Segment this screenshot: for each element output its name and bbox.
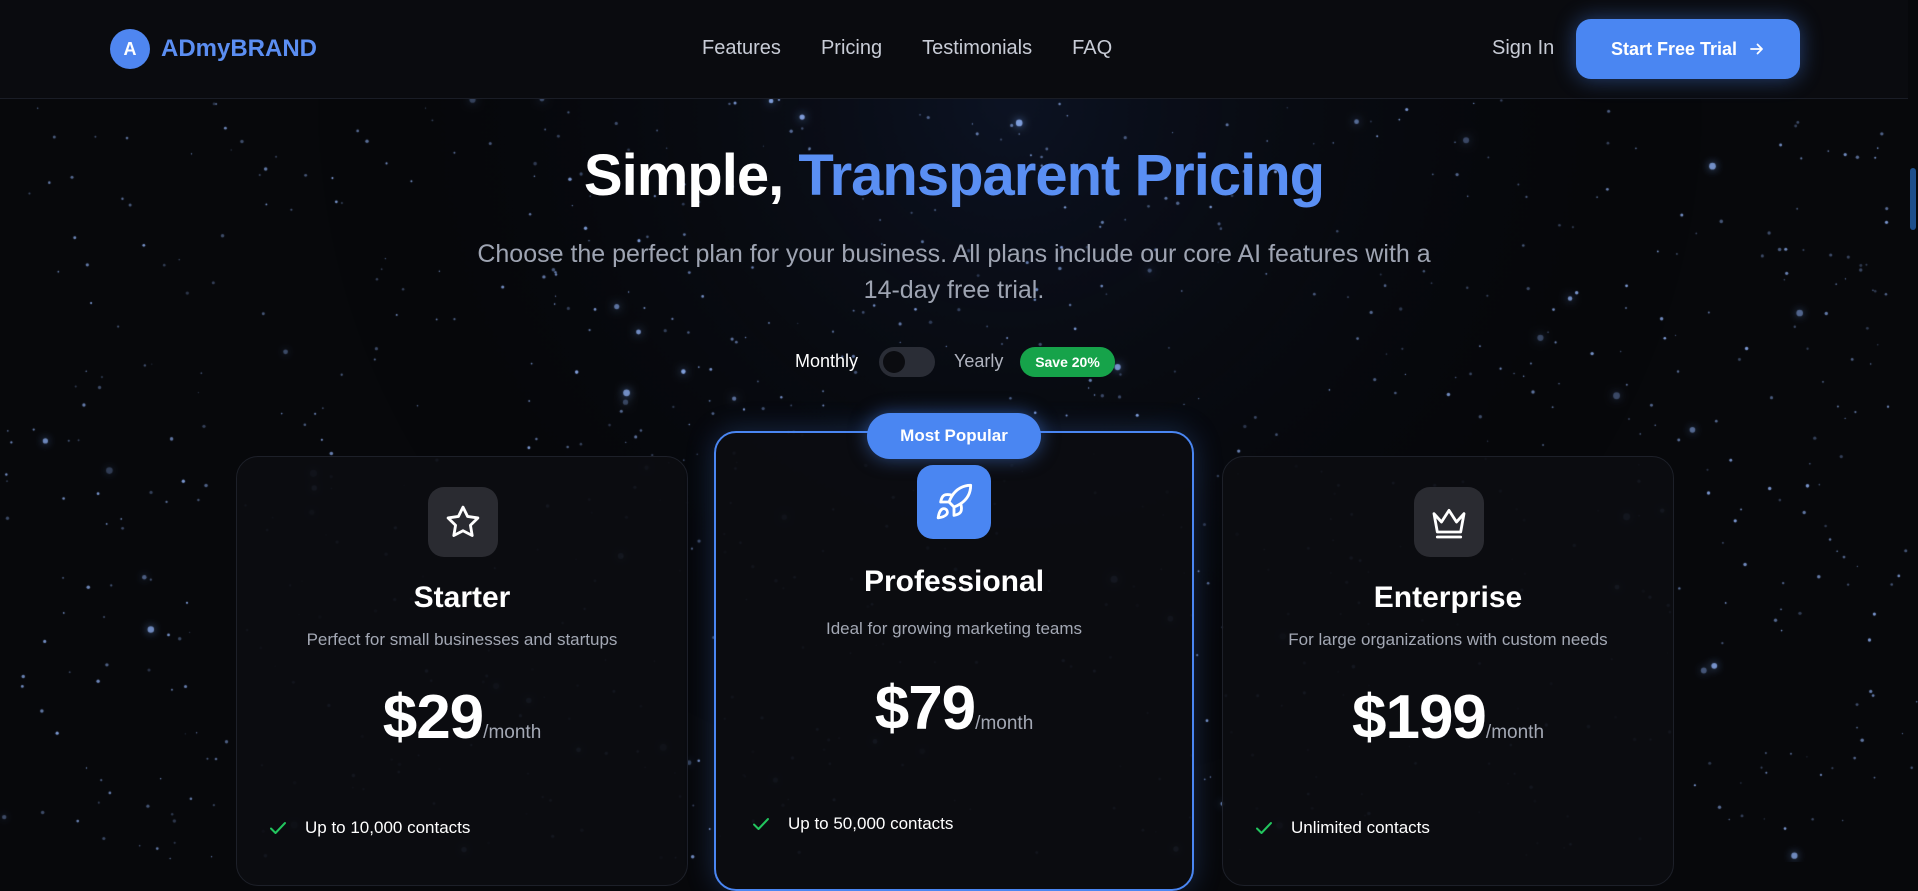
save-badge: Save 20% [1020, 347, 1115, 377]
start-free-trial-button[interactable]: Start Free Trial [1576, 19, 1800, 79]
plan-description: Perfect for small businesses and startup… [306, 630, 618, 649]
crown-icon [1414, 487, 1484, 557]
plan-price-row: $29/month [237, 682, 687, 753]
billing-toggle-row: Monthly Yearly Save 20% [0, 347, 1918, 377]
feature-item: Up to 10,000 contacts [267, 817, 470, 839]
switch-knob [883, 351, 905, 373]
title-accent: Transparent Pricing [798, 143, 1325, 208]
top-navbar: A ADmyBRAND Features Pricing Testimonial… [0, 0, 1908, 99]
plan-period: /month [975, 713, 1034, 734]
check-icon [753, 818, 769, 830]
plan-period: /month [1485, 722, 1545, 743]
feature-label: Up to 50,000 contacts [788, 814, 954, 833]
plan-card-professional: Most Popular Professional Ideal for grow… [714, 413, 1194, 891]
brand-logo[interactable]: A ADmyBRAND [110, 29, 317, 69]
arrow-right-icon [1750, 43, 1763, 55]
plan-name: Enterprise [1373, 581, 1523, 614]
page-subtitle: Choose the perfect plan for your busines… [477, 240, 1431, 304]
yearly-label[interactable]: Yearly [954, 351, 1003, 372]
plan-card-enterprise: Enterprise For large organizations with … [1222, 456, 1674, 886]
check-icon [270, 822, 286, 834]
feature-label: Up to 10,000 contacts [305, 818, 471, 837]
nav-link-pricing[interactable]: Pricing [821, 37, 882, 60]
check-icon [1256, 822, 1272, 834]
nav-links: Features Pricing Testimonials FAQ [702, 37, 1112, 60]
plan-price: $29 [382, 683, 484, 752]
plan-price-row: $79/month [716, 673, 1192, 744]
most-popular-badge: Most Popular [867, 413, 1041, 459]
nav-link-faq[interactable]: FAQ [1072, 37, 1112, 60]
plan-description: For large organizations with custom need… [1288, 630, 1608, 649]
logo-badge: A [110, 29, 150, 69]
feature-item: Unlimited contacts [1253, 817, 1430, 839]
nav-link-features[interactable]: Features [702, 37, 781, 60]
scrollbar-thumb[interactable] [1910, 168, 1916, 230]
plan-name: Professional [863, 565, 1045, 598]
start-free-trial-label: Start Free Trial [1610, 38, 1738, 59]
brand-name: ADmyBRAND [161, 35, 318, 62]
page-title: Simple, Transparent Pricing [0, 142, 1908, 209]
plan-period: /month [483, 722, 542, 743]
sign-in-link[interactable]: Sign In [1492, 37, 1554, 60]
feature-item: Up to 50,000 contacts [750, 813, 953, 835]
nav-link-testimonials[interactable]: Testimonials [922, 37, 1032, 60]
billing-period-switch[interactable] [879, 347, 935, 377]
title-plain: Simple, [583, 143, 784, 208]
plan-price: $199 [1351, 683, 1487, 752]
plan-name: Starter [413, 581, 511, 614]
star-icon [428, 487, 498, 557]
monthly-label[interactable]: Monthly [795, 351, 858, 372]
feature-label: Unlimited contacts [1291, 818, 1430, 837]
plan-price-row: $199/month [1223, 682, 1673, 753]
plan-price: $79 [874, 674, 976, 743]
rocket-icon [917, 465, 991, 539]
plan-card-starter: Starter Perfect for small businesses and… [236, 456, 688, 886]
plan-description: Ideal for growing marketing teams [825, 619, 1083, 638]
